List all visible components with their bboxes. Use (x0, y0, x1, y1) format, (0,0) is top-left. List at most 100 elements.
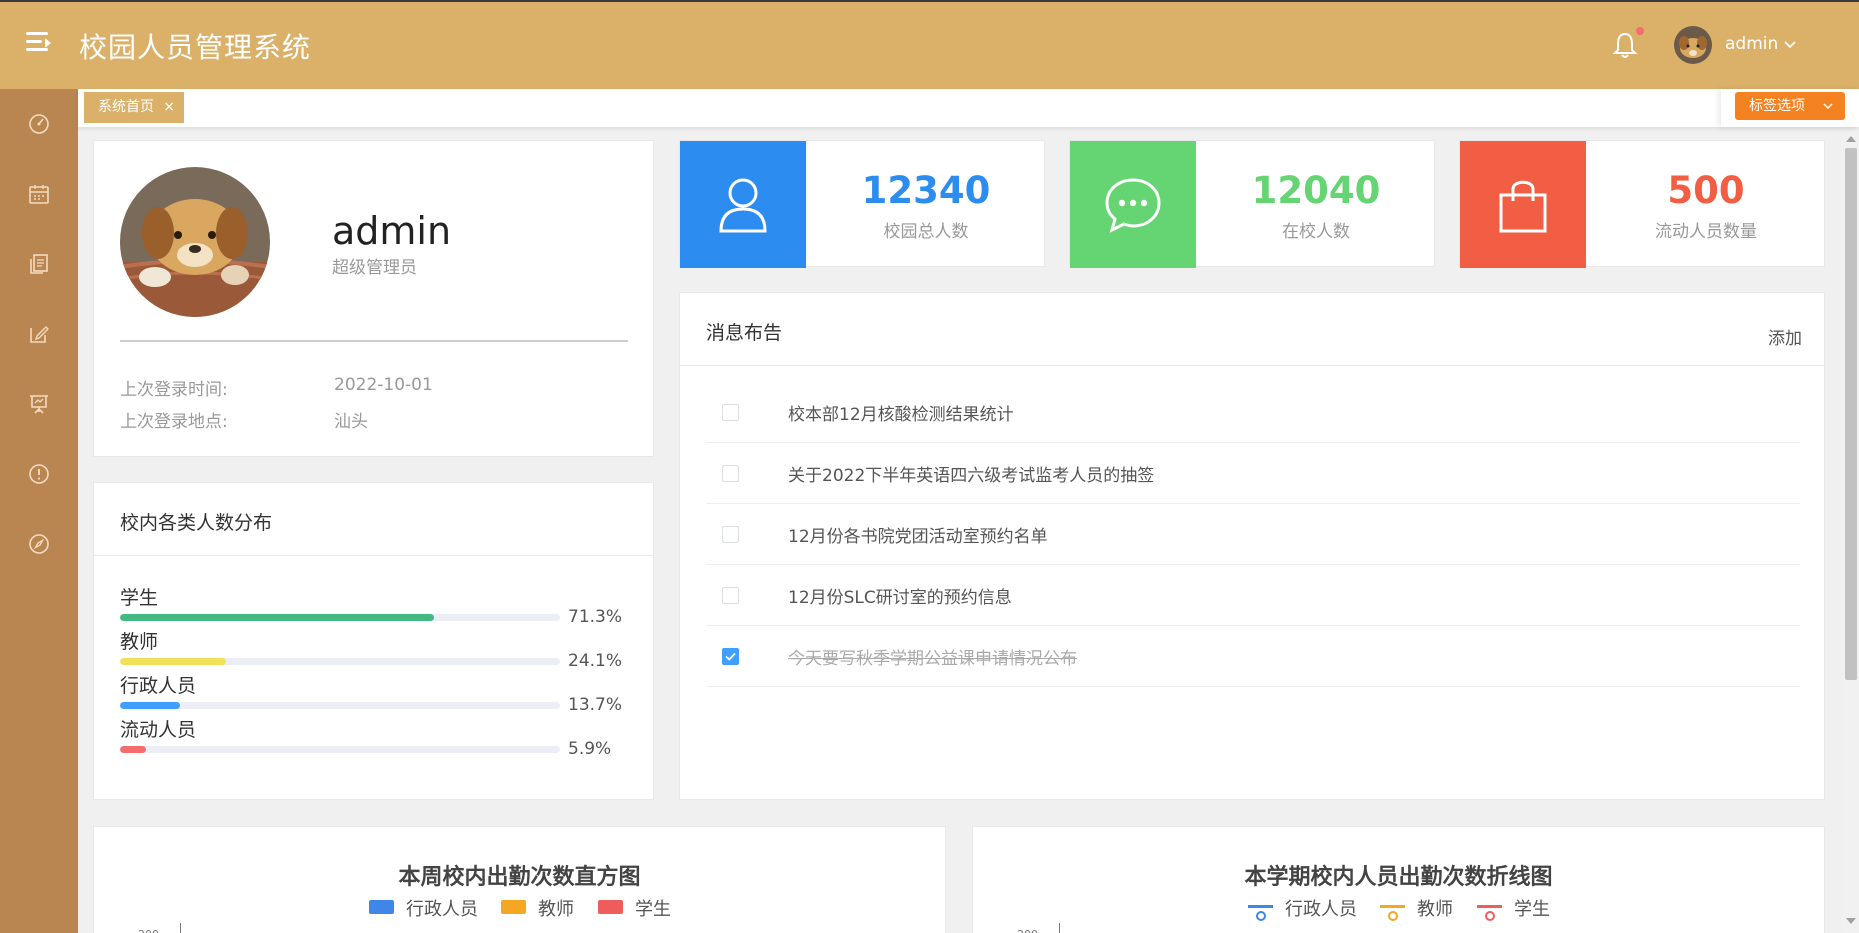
stat-value: 12040 (1251, 169, 1381, 212)
progress-fill (120, 658, 227, 665)
progress-label: 流动人员 (120, 719, 197, 741)
progress-percent: 24.1% (568, 651, 623, 671)
notice-card: 消息布告 添加 校本部12月核酸检测结果统计 关于2022下半年英语四六级考试监… (679, 292, 1825, 800)
stat-value: 12340 (861, 169, 991, 212)
user-icon (719, 178, 767, 232)
tag-options-button[interactable]: 标签选项 (1735, 92, 1845, 120)
distribution-card: 校内各类人数分布 学生 71.3% 教师 24.1% 行政人员 13.7% 流动… (93, 482, 654, 800)
notice-title: 消息布告 (706, 322, 783, 344)
notice-checkbox[interactable] (722, 648, 739, 665)
stat-card-on-campus: 12040 在校人数 (1069, 140, 1435, 268)
menu-icon[interactable] (26, 32, 51, 54)
close-icon[interactable]: × (163, 92, 175, 123)
progress-track (120, 746, 560, 753)
notice-text: 12月份SLC研讨室的预约信息 (788, 588, 1012, 608)
sidebar (0, 89, 78, 933)
tag-options-label: 标签选项 (1749, 98, 1805, 114)
notice-checkbox[interactable] (722, 587, 739, 604)
progress-percent: 5.9% (568, 739, 612, 759)
avatar[interactable] (1674, 26, 1712, 64)
progress-row: 教师 24.1% (120, 627, 640, 671)
line-chart-card: 本学期校内人员出勤次数折线图 行政人员 教师 学生 200 (972, 826, 1825, 933)
scrollbar-thumb[interactable] (1845, 148, 1857, 680)
progress-fill (120, 746, 146, 753)
notice-checkbox[interactable] (722, 526, 739, 543)
stat-card-mobile: 500 流动人员数量 (1459, 140, 1825, 268)
progress-label: 学生 (120, 587, 159, 609)
chart-legend: 行政人员 教师 学生 (973, 895, 1824, 921)
warning-icon[interactable] (27, 462, 51, 486)
bell-icon[interactable] (1610, 30, 1640, 60)
progress-row: 行政人员 13.7% (120, 671, 640, 715)
last-login-time: 2022-10-01 (334, 375, 433, 395)
stat-value: 500 (1667, 169, 1745, 212)
tag-bar (78, 89, 1859, 127)
add-notice-button[interactable]: 添加 (1768, 324, 1802, 349)
notification-dot (1636, 27, 1644, 35)
notice-item: 今天要写秋季学期公益课申请情况公布 (706, 626, 1800, 687)
progress-fill (120, 702, 181, 709)
legend-dot (1485, 911, 1495, 921)
legend-line (1248, 905, 1273, 921)
stat-label: 校园总人数 (883, 222, 969, 242)
stat-icon-box (1070, 141, 1196, 268)
calendar-icon[interactable] (27, 182, 51, 206)
legend-label: 教师 (538, 899, 574, 920)
legend-swatch (598, 900, 623, 914)
legend-dot (1388, 911, 1398, 921)
chevron-down-icon (1823, 103, 1833, 110)
stat-label: 流动人员数量 (1655, 222, 1757, 242)
notice-checkbox[interactable] (722, 465, 739, 482)
progress-fill (120, 614, 434, 621)
legend-swatch (501, 900, 526, 914)
edit-icon[interactable] (27, 322, 51, 346)
check-icon (725, 652, 736, 661)
last-login-place: 汕头 (334, 412, 368, 432)
notice-item: 关于2022下半年英语四六级考试监考人员的抽签 (706, 443, 1800, 504)
notice-text: 校本部12月核酸检测结果统计 (788, 405, 1014, 425)
stat-label: 在校人数 (1282, 222, 1350, 242)
user-name[interactable]: admin (1725, 34, 1778, 54)
chevron-down-icon[interactable] (1782, 36, 1798, 52)
chart-title: 本学期校内人员出勤次数折线图 (1244, 865, 1553, 890)
profile-name: admin (332, 209, 452, 253)
notice-text: 关于2022下半年英语四六级考试监考人员的抽签 (788, 466, 1155, 486)
distribution-title: 校内各类人数分布 (120, 512, 273, 534)
notice-item: 12月份SLC研讨室的预约信息 (706, 565, 1800, 626)
notice-checkbox[interactable] (722, 404, 739, 421)
scroll-up-arrow[interactable] (1846, 136, 1856, 142)
profile-card: admin 超级管理员 上次登录时间: 2022-10-01 上次登录地点: 汕… (93, 140, 654, 457)
legend-swatch (369, 900, 394, 914)
documents-icon[interactable] (27, 252, 51, 276)
last-login-time-label: 上次登录时间: (120, 380, 228, 400)
legend-label: 学生 (1514, 899, 1550, 920)
card-header: 消息布告 添加 (680, 293, 1824, 366)
profile-avatar (120, 167, 270, 317)
progress-track (120, 614, 560, 621)
compass-icon[interactable] (27, 532, 51, 556)
tab-home[interactable]: 系统首页 × (84, 92, 184, 123)
legend-label: 行政人员 (1285, 899, 1357, 920)
progress-percent: 71.3% (568, 607, 623, 627)
stat-icon-box (1460, 141, 1586, 268)
y-tick-label: 200 (138, 928, 159, 933)
legend-dot (1256, 911, 1266, 921)
notice-item: 12月份各书院党团活动室预约名单 (706, 504, 1800, 565)
progress-row: 学生 71.3% (120, 583, 640, 627)
legend-line (1380, 905, 1405, 921)
chart-legend: 行政人员 教师 学生 (94, 895, 945, 920)
dashboard-icon[interactable] (27, 112, 51, 136)
profile-role: 超级管理员 (332, 258, 417, 278)
notice-text: 今天要写秋季学期公益课申请情况公布 (788, 649, 1077, 669)
legend-label: 学生 (635, 899, 671, 920)
presentation-icon[interactable] (27, 392, 51, 416)
legend-label: 教师 (1417, 899, 1453, 920)
progress-track (120, 658, 560, 665)
shopping-bag-icon (1499, 180, 1547, 232)
progress-row: 流动人员 5.9% (120, 715, 640, 759)
y-tick-label: 200 (1017, 928, 1038, 933)
tab-home-label: 系统首页 (98, 99, 154, 115)
scroll-down-arrow[interactable] (1846, 918, 1856, 924)
card-header: 校内各类人数分布 (94, 483, 653, 556)
chart-title: 本周校内出勤次数直方图 (398, 865, 641, 890)
